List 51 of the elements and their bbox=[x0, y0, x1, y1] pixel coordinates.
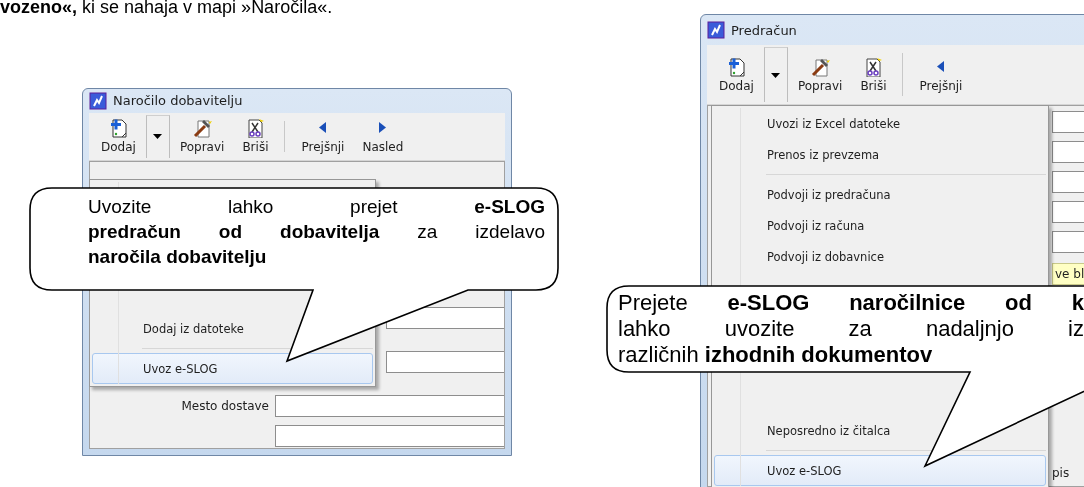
callout-text: Prejete e-SLOG naročilnice od k bbox=[618, 290, 1084, 316]
field-label: pis bbox=[1052, 466, 1071, 480]
document-plus-icon bbox=[108, 118, 129, 139]
text-field[interactable] bbox=[1052, 231, 1084, 253]
menu-item[interactable]: Podvoji iz dobavnice bbox=[714, 241, 1046, 272]
text-field[interactable] bbox=[1052, 201, 1084, 223]
menu-item[interactable]: Podvoji iz računa bbox=[714, 210, 1046, 241]
right-arrow-icon bbox=[379, 122, 387, 134]
callout-text: različnih izhodnih dokumentov bbox=[618, 342, 934, 368]
hammer-document-icon bbox=[810, 56, 831, 77]
body-text: vozeno«, ki se nahaja v mapi »Naročila«. bbox=[0, 0, 333, 18]
menu-item[interactable]: Neposredno iz čitalca bbox=[714, 415, 1046, 446]
field-label: Mesto dostave bbox=[180, 399, 270, 413]
window-title: Naročilo dobavitelju bbox=[113, 93, 243, 109]
caret-icon bbox=[153, 134, 163, 140]
text-field[interactable] bbox=[1052, 171, 1084, 193]
menu-item[interactable]: Uvoz e-SLOG bbox=[714, 455, 1046, 486]
document-plus-icon bbox=[726, 56, 747, 77]
hammer-document-icon bbox=[192, 118, 213, 139]
text-field[interactable] bbox=[1052, 141, 1084, 163]
text-field[interactable] bbox=[386, 351, 504, 373]
text-field[interactable] bbox=[275, 425, 504, 447]
toolbar-button[interactable]: Popravi bbox=[171, 114, 233, 158]
text-field[interactable] bbox=[1052, 111, 1084, 133]
toolbar-button[interactable]: Briši bbox=[852, 47, 895, 102]
menu-item[interactable]: Podvoji iz predračuna bbox=[714, 179, 1046, 210]
toolbar-button[interactable]: Prejšnji bbox=[911, 47, 971, 102]
menu-item[interactable]: Uvozi iz Excel datoteke bbox=[714, 108, 1046, 139]
toolbar-button[interactable]: Briši bbox=[234, 114, 277, 158]
callout-text: predračun od dobavitelja za izdelavo bbox=[88, 220, 545, 244]
info-bar: ve bl bbox=[1052, 263, 1084, 285]
window-title: Predračun bbox=[731, 22, 797, 38]
toolbar-button[interactable]: Popravi bbox=[789, 47, 851, 102]
toolbar-button[interactable]: Dodaj bbox=[93, 114, 144, 158]
scissors-document-icon bbox=[245, 118, 266, 139]
menu-item[interactable]: Uvoz e-SLOG bbox=[92, 353, 373, 384]
callout-text: Uvozite lahko prejet e-SLOG bbox=[88, 195, 545, 219]
text-field[interactable] bbox=[275, 395, 504, 417]
toolbar-button[interactable]: Nasled bbox=[354, 114, 412, 158]
dropdown-button[interactable] bbox=[145, 114, 170, 158]
app-icon bbox=[89, 91, 107, 110]
left-arrow-icon bbox=[937, 60, 945, 72]
scissors-document-icon bbox=[863, 56, 884, 77]
toolbar-button[interactable]: Dodaj bbox=[711, 47, 762, 102]
app-icon bbox=[707, 21, 725, 39]
caret-icon bbox=[771, 72, 781, 78]
callout-text: naročila dobavitelju bbox=[88, 245, 268, 269]
menu-item[interactable]: Prenos iz prevzema bbox=[714, 139, 1046, 170]
left-arrow-icon bbox=[319, 122, 327, 134]
toolbar-button[interactable]: Prejšnji bbox=[293, 114, 353, 158]
callout-text: lahko uvozite za nadaljnjo iz bbox=[618, 316, 1084, 342]
